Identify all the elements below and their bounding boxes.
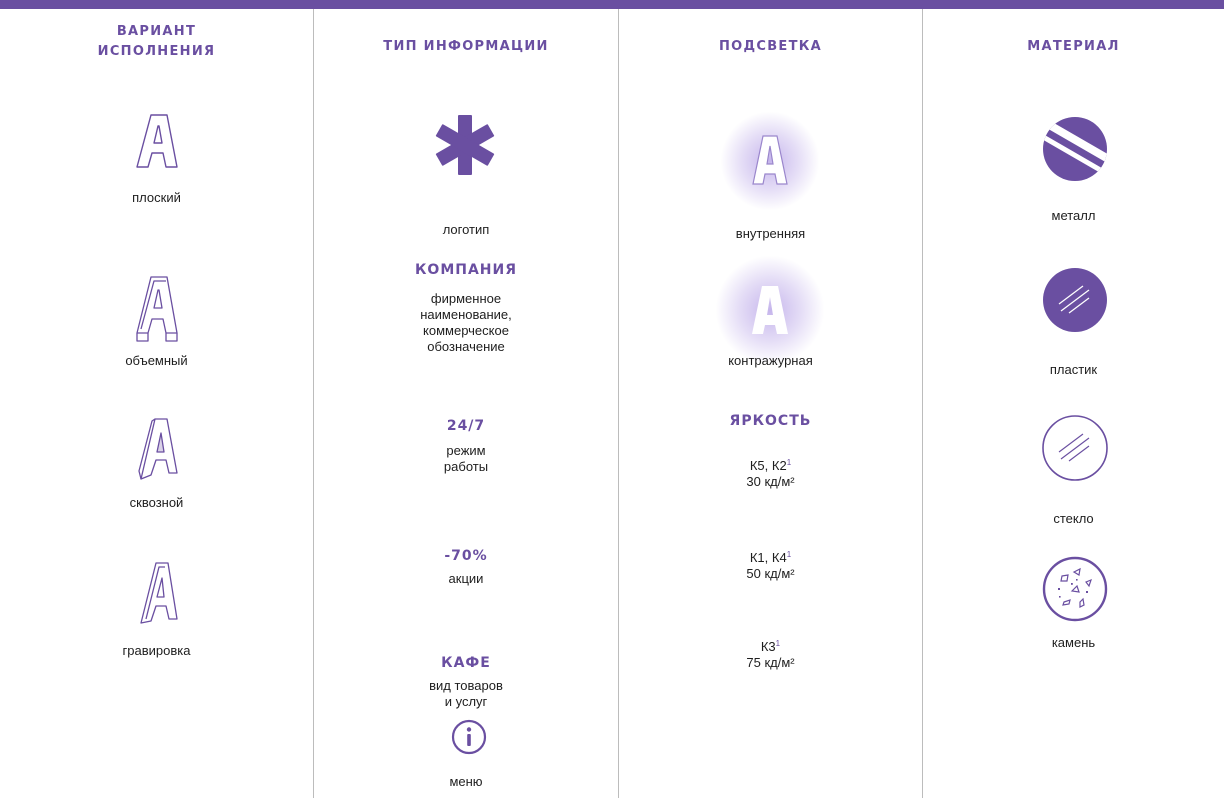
asterisk-icon bbox=[435, 115, 495, 175]
lighting-label-internal: внутренняя bbox=[735, 226, 806, 241]
backlit-letter-a-icon bbox=[752, 286, 788, 334]
stone-icon bbox=[1042, 556, 1108, 622]
company-description: фирменное наименование, коммерческое обо… bbox=[420, 291, 512, 354]
material-label-glass: стекло bbox=[1053, 511, 1094, 526]
column-header-variant: ВАРИАНТ ИСПОЛНЕНИЯ bbox=[97, 24, 216, 59]
brightness-title: ЯРКОСТЬ bbox=[729, 413, 812, 429]
brightness-item: К1, К41 50 кд/м² bbox=[746, 550, 795, 581]
column-lighting: ПОДСВЕТКА внутренняя контражурная ЯРКОСТ… bbox=[619, 9, 922, 798]
material-label-metal: металл bbox=[1051, 208, 1096, 223]
material-label-plastic: пластик bbox=[1049, 362, 1098, 377]
menu-label: меню bbox=[449, 774, 483, 789]
hours-title: 24/7 bbox=[446, 418, 486, 434]
brightness-item: К5, К21 30 кд/м² bbox=[746, 458, 795, 489]
engraved-letter-a-icon bbox=[140, 562, 178, 624]
glass-icon bbox=[1042, 415, 1108, 481]
variant-label-flat: плоский bbox=[132, 190, 181, 205]
column-material: МАТЕРИАЛ металл пластик стекло камень bbox=[923, 9, 1224, 798]
internal-glow-letter-a-icon bbox=[752, 135, 788, 185]
column-header-material: МАТЕРИАЛ bbox=[1027, 39, 1120, 54]
column-variant: ВАРИАНТ ИСПОЛНЕНИЯ плоский объемный скво… bbox=[0, 9, 313, 798]
variant-label-volumetric: объемный bbox=[125, 353, 188, 368]
column-info-type: ТИП ИНФОРМАЦИИ логотип КОМПАНИЯ фирменно… bbox=[314, 9, 618, 798]
company-title: КОМПАНИЯ bbox=[414, 262, 518, 278]
hours-description: режим работы bbox=[443, 443, 489, 474]
volumetric-letter-a-icon bbox=[136, 276, 178, 342]
column-header-info-type: ТИП ИНФОРМАЦИИ bbox=[383, 39, 549, 54]
top-accent-bar bbox=[0, 0, 1224, 9]
metal-icon bbox=[1043, 117, 1107, 181]
cafe-description: вид товаров и услуг bbox=[429, 678, 503, 709]
promo-label: акции bbox=[448, 571, 484, 586]
variant-label-through: сквозной bbox=[129, 495, 184, 510]
column-header-lighting: ПОДСВЕТКА bbox=[718, 39, 823, 54]
info-icon bbox=[451, 719, 487, 755]
logo-label: логотип bbox=[442, 222, 490, 237]
through-letter-a-icon bbox=[138, 418, 178, 480]
material-label-stone: камень bbox=[1051, 635, 1096, 650]
brightness-item: К31 75 кд/м² bbox=[746, 639, 795, 670]
promo-title: -70% bbox=[444, 548, 488, 564]
cafe-title: КАФЕ bbox=[441, 655, 491, 671]
variant-label-engraved: гравировка bbox=[122, 643, 191, 658]
plastic-icon bbox=[1043, 268, 1107, 332]
flat-letter-a-icon bbox=[136, 114, 178, 168]
lighting-label-backlit: контражурная bbox=[728, 353, 813, 368]
